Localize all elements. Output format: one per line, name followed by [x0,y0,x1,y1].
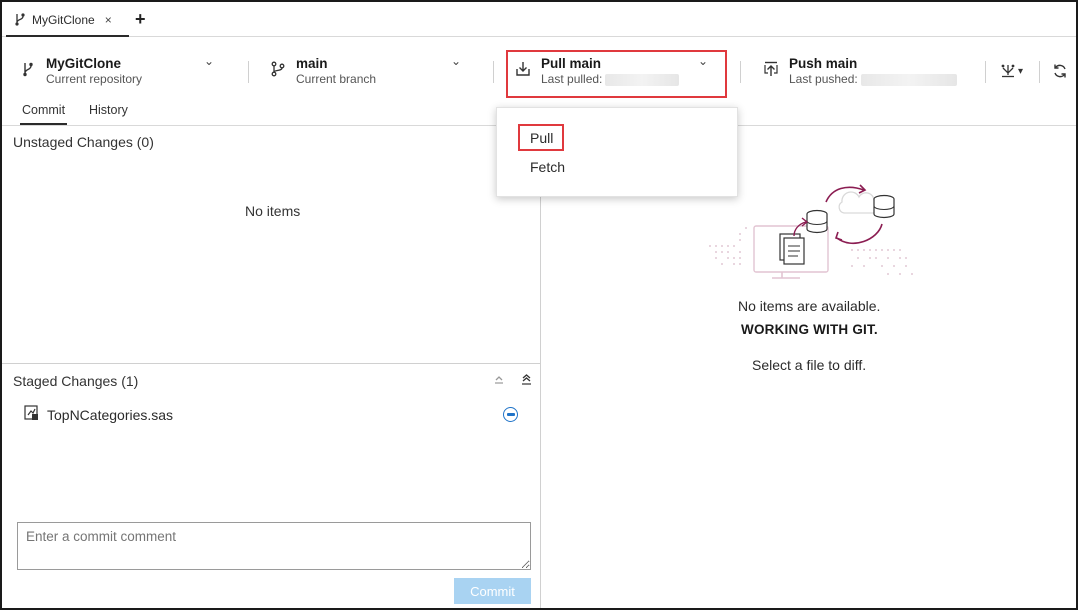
unstaged-changes-header: Unstaged Changes (0) [13,134,154,150]
empty-state-message: No items are available. [738,298,881,314]
branch-name: main [296,56,328,71]
tab-title: MyGitClone [32,13,95,27]
commit-button[interactable]: Commit [454,578,531,604]
redacted-timestamp [860,73,957,86]
minus-icon [506,413,515,416]
repository-subtitle: Current repository [46,72,143,86]
empty-state-hint: Select a file to diff. [752,357,867,373]
collapse-all-icon[interactable] [521,373,532,388]
divider [248,61,249,83]
pull-dropdown-menu: Pull Fetch [496,107,738,197]
unstaged-empty-text: No items [245,203,301,219]
unstage-file-button[interactable] [503,407,518,422]
push-subtitle: Last pushed: [789,72,957,87]
commit-comment-input[interactable] [17,522,531,570]
caret-down-icon: ▾ [1018,66,1024,77]
git-window: MyGitClone × + MyGitClone Current reposi… [0,0,1078,610]
sas-file-icon [24,405,39,424]
divider [493,61,494,83]
merge-menu-button[interactable]: ▾ [1000,62,1023,81]
pull-highlight-box [506,50,727,98]
add-tab-button[interactable]: + [135,9,146,29]
branch-subtitle: Current branch [296,72,377,86]
empty-state-heading: WORKING WITH GIT. [741,322,878,337]
branch-selector[interactable]: main Current branch [270,55,376,91]
tab-mygitclone[interactable]: MyGitClone × [6,5,129,37]
staged-file-row[interactable]: TopNCategories.sas [24,405,173,424]
branch-icon [270,61,286,77]
git-branch-icon [14,12,26,29]
git-branch-icon [20,61,36,77]
tab-bar: MyGitClone × + [2,2,1076,37]
repository-selector[interactable]: MyGitClone Current repository [20,55,142,91]
push-title: Push main [789,56,858,71]
last-pushed-label: Last pushed: [789,72,858,86]
panel-divider[interactable] [540,126,541,608]
panel-tabs: Commit History [2,98,540,126]
tab-commit[interactable]: Commit [20,103,68,125]
push-button[interactable]: Push main Last pushed: [763,55,957,91]
divider [1039,61,1040,83]
menu-item-fetch[interactable]: Fetch [530,159,565,175]
chevron-down-icon[interactable]: ⌄ [451,54,461,68]
push-icon [763,61,779,77]
collapse-icon[interactable] [494,373,504,387]
pull-item-highlight-box [518,124,564,151]
merge-icon [1000,62,1016,81]
divider [740,61,741,83]
refresh-icon[interactable] [1052,63,1068,82]
staged-changes-header: Staged Changes (1) [13,373,139,389]
repository-name: MyGitClone [46,56,122,71]
divider [985,61,986,83]
section-divider [2,363,540,364]
tab-history[interactable]: History [87,103,130,123]
close-icon[interactable]: × [105,13,112,27]
chevron-down-icon[interactable]: ⌄ [204,54,214,68]
staged-file-name: TopNCategories.sas [47,406,174,423]
